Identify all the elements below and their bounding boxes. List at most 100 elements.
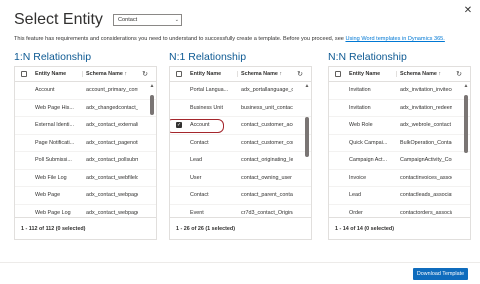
- grid-footer-count: 1 - 112 of 112 (0 selected): [15, 217, 156, 239]
- table-row[interactable]: Web Page His... adx_changedcontact_: [15, 100, 156, 117]
- entity-dropdown[interactable]: Contact ⌄: [112, 14, 182, 26]
- schema-name-cell: adx_contact_webpage: [86, 209, 138, 216]
- schema-name-cell: adx_invitation_redeem: [400, 104, 452, 111]
- table-row[interactable]: Invitation adx_invitation_invitecc: [329, 82, 470, 100]
- table-row[interactable]: Lead contact_originating_lead: [170, 152, 311, 170]
- table-row[interactable]: Lead contactleads_associati: [329, 187, 470, 205]
- schema-name-cell: contact_owning_user: [241, 174, 292, 181]
- dialog-title: Select Entity: [14, 11, 103, 28]
- entity-name-cell: Invoice: [349, 174, 367, 181]
- schema-name-cell: contact_originating_lead: [241, 157, 293, 164]
- table-row[interactable]: Web Page adx_contact_webpage: [15, 187, 156, 205]
- column-schema-name[interactable]: Schema Name ↑: [396, 71, 452, 77]
- grid-header: Entity Name Schema Name ↑ ↻: [329, 67, 470, 82]
- entity-name-cell: Web Page Log: [35, 209, 71, 216]
- column-schema-name[interactable]: Schema Name ↑: [82, 71, 138, 77]
- schema-name-cell: contact_customer_contac: [241, 139, 293, 146]
- grid-header: Entity Name Schema Name ↑ ↻: [15, 67, 156, 82]
- table-row[interactable]: Invoice contactinvoices_assoc: [329, 170, 470, 187]
- entity-name-cell: Poll Submissi...: [35, 157, 72, 164]
- table-row[interactable]: Web File Log adx_contact_webfilelo: [15, 170, 156, 187]
- refresh-icon[interactable]: ↻: [138, 70, 152, 78]
- schema-name-cell: contactinvoices_assoc: [400, 174, 452, 181]
- selection-highlight: [170, 119, 224, 133]
- schema-name-cell: account_primary_cont: [86, 87, 138, 94]
- entity-name-cell: Invitation: [349, 104, 371, 111]
- schema-name-cell: adx_contact_pagenotif: [86, 139, 138, 146]
- schema-name-cell: contact_customer_accou: [241, 122, 293, 129]
- scroll-thumb[interactable]: [464, 95, 468, 153]
- select-all-checkbox[interactable]: [335, 71, 341, 77]
- scroll-up-icon[interactable]: ▲: [304, 83, 310, 89]
- relationship-grid: Entity Name Schema Name ↑ ↻ Account accou…: [14, 66, 157, 240]
- footer-divider: [0, 262, 480, 263]
- entity-name-cell: Lead: [190, 157, 202, 164]
- column-entity-name[interactable]: Entity Name: [347, 71, 396, 77]
- refresh-icon[interactable]: ↻: [293, 70, 307, 78]
- entity-name-cell: Event: [190, 209, 204, 216]
- schema-name-cell: adx_contact_pollsubm: [86, 157, 138, 164]
- grid-header: Entity Name Schema Name ↑ ↻: [170, 67, 311, 82]
- requirements-note-text: This feature has requirements and consid…: [14, 36, 346, 42]
- table-row[interactable]: Contact contact_parent_contact: [170, 187, 311, 205]
- table-row[interactable]: Campaign Act... CampaignActivity_Cor: [329, 152, 470, 170]
- schema-name-cell: adx_webrole_contact: [400, 122, 451, 129]
- table-row[interactable]: Page Notificati... adx_contact_pagenotif: [15, 135, 156, 152]
- dialog-header: Select Entity Contact ⌄: [14, 8, 182, 32]
- select-entity-dialog: Select Entity Contact ⌄ ✕ This feature h…: [0, 0, 480, 284]
- schema-name-cell: CampaignActivity_Cor: [400, 157, 452, 164]
- table-row[interactable]: User contact_owning_user: [170, 170, 311, 187]
- entity-name-cell: Campaign Act...: [349, 157, 388, 164]
- panel-n-to-n: N:N Relationship Entity Name Schema Name…: [328, 50, 471, 240]
- table-row-selected[interactable]: ✓ Account contact_customer_accou: [170, 117, 311, 135]
- entity-name-cell: Business Unit: [190, 104, 223, 111]
- select-all-checkbox[interactable]: [176, 71, 182, 77]
- requirements-note: This feature has requirements and consid…: [14, 36, 445, 42]
- table-row[interactable]: Quick Campai... BulkOperation_Contac: [329, 135, 470, 152]
- table-row[interactable]: Contact contact_customer_contac: [170, 135, 311, 152]
- vertical-scrollbar[interactable]: ▲ ▼: [149, 83, 155, 226]
- schema-name-cell: BulkOperation_Contac: [400, 139, 452, 146]
- vertical-scrollbar[interactable]: ▲ ▼: [304, 83, 310, 226]
- relationship-grid: Entity Name Schema Name ↑ ↻ Portal Langu…: [169, 66, 312, 240]
- close-button[interactable]: ✕: [462, 5, 474, 16]
- column-entity-name[interactable]: Entity Name: [33, 71, 82, 77]
- schema-name-cell: adx_contact_webfilelo: [86, 174, 138, 181]
- select-all-checkbox[interactable]: [21, 71, 27, 77]
- column-schema-name[interactable]: Schema Name ↑: [237, 71, 293, 77]
- table-row[interactable]: Invitation adx_invitation_redeem: [329, 100, 470, 117]
- download-template-button[interactable]: Download Template: [413, 268, 468, 280]
- entity-name-cell: Web Role: [349, 122, 373, 129]
- grid-rows: Account account_primary_cont Web Page His…: [15, 82, 156, 222]
- word-templates-link[interactable]: Using Word templates in Dynamics 365.: [345, 36, 444, 42]
- grid-footer-count: 1 - 26 of 26 (1 selected): [170, 217, 311, 239]
- column-entity-name[interactable]: Entity Name: [188, 71, 237, 77]
- table-row[interactable]: Account account_primary_cont: [15, 82, 156, 100]
- entity-name-cell: External Identi...: [35, 122, 74, 129]
- scroll-thumb[interactable]: [150, 95, 154, 115]
- relationship-grid: Entity Name Schema Name ↑ ↻ Invitation ad…: [328, 66, 471, 240]
- table-row[interactable]: Business Unit business_unit_contacts: [170, 100, 311, 117]
- entity-name-cell: User: [190, 174, 202, 181]
- entity-name-cell: Page Notificati...: [35, 139, 75, 146]
- entity-name-cell: Web Page His...: [35, 104, 74, 111]
- entity-name-cell: Quick Campai...: [349, 139, 388, 146]
- table-row[interactable]: External Identi... adx_contact_externalic: [15, 117, 156, 135]
- schema-name-cell: business_unit_contacts: [241, 104, 293, 111]
- table-row[interactable]: Poll Submissi... adx_contact_pollsubm: [15, 152, 156, 170]
- scroll-up-icon[interactable]: ▲: [463, 83, 469, 89]
- table-row[interactable]: Portal Langua... adx_portallanguage_co: [170, 82, 311, 100]
- refresh-icon[interactable]: ↻: [452, 70, 466, 78]
- entity-name-cell: Portal Langua...: [190, 87, 229, 94]
- table-row[interactable]: Web Role adx_webrole_contact: [329, 117, 470, 135]
- close-icon: ✕: [463, 5, 473, 16]
- panel-n-to-one: N:1 Relationship Entity Name Schema Name…: [169, 50, 312, 240]
- vertical-scrollbar[interactable]: ▲ ▼: [463, 83, 469, 226]
- scroll-thumb[interactable]: [305, 117, 309, 157]
- entity-name-cell: Invitation: [349, 87, 371, 94]
- entity-name-cell: Contact: [190, 139, 209, 146]
- panel-title: N:N Relationship: [328, 51, 407, 63]
- panel-title: 1:N Relationship: [14, 51, 92, 63]
- scroll-up-icon[interactable]: ▲: [149, 83, 155, 89]
- schema-name-cell: cr7d3_contact_Originate: [241, 209, 293, 216]
